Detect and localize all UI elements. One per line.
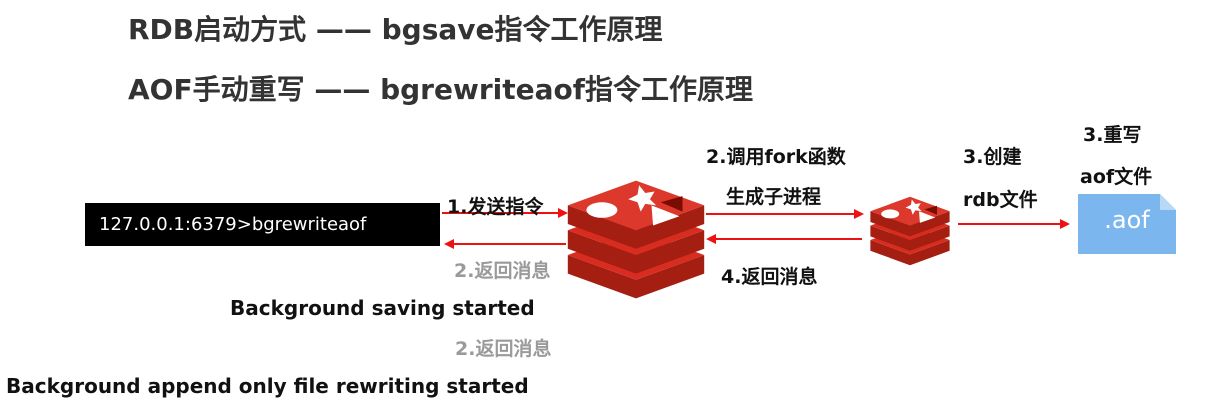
step-return-right: 4.返回消息 xyxy=(721,266,818,288)
step-return-left: 2.返回消息 xyxy=(454,260,551,282)
aof-file-extension: .aof xyxy=(1104,206,1150,234)
step-return-bottom: 2.返回消息 xyxy=(455,338,552,360)
step-send-command: 1.发送指令 xyxy=(447,196,544,218)
step-rewrite-line2: aof文件 xyxy=(1080,166,1153,188)
step-fork-line1: 2.调用fork函数 xyxy=(706,146,846,168)
step-create-line1: 3.创建 xyxy=(963,146,1022,168)
step-fork-line2: 生成子进程 xyxy=(726,186,822,208)
redis-server-icon xyxy=(567,180,705,299)
step-create-line2: rdb文件 xyxy=(963,189,1038,211)
redis-child-process-icon xyxy=(870,196,950,266)
message-bgrewrite-started: Background append only file rewriting st… xyxy=(6,374,529,398)
message-bgsave-started: Background saving started xyxy=(230,296,535,320)
step-rewrite-line1: 3.重写 xyxy=(1083,124,1142,146)
